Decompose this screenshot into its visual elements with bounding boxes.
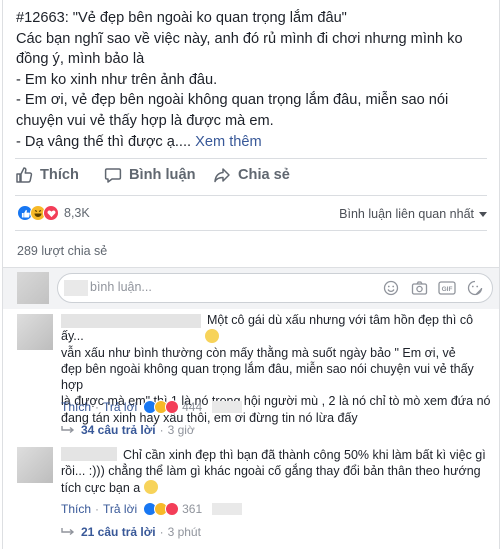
reaction-count: 8,3K xyxy=(64,206,90,220)
share-icon xyxy=(214,168,230,183)
comment-label: Bình luận xyxy=(129,167,196,183)
post-line: - Em ko xinh như trên ảnh đâu. xyxy=(16,71,218,88)
divider xyxy=(15,195,487,196)
reply-arrow-icon xyxy=(61,426,75,434)
comment-icon xyxy=(104,168,122,183)
love-reaction-icon xyxy=(43,205,59,221)
post-body: #12663: "Vẻ đẹp bên ngoài ko quan trọng … xyxy=(16,8,494,152)
replies-time: 3 giờ xyxy=(167,423,195,437)
comment: Chỉ cần xinh đẹp thì bạn đã thành công 5… xyxy=(15,447,495,547)
camera-icon[interactable] xyxy=(410,279,428,297)
gif-icon[interactable]: GIF xyxy=(438,279,456,297)
post-line: - Dạ vâng thế thì được ạ.... Xem thêm xyxy=(16,133,262,150)
comment-reply-link[interactable]: Trả lời xyxy=(103,502,137,516)
divider xyxy=(15,158,487,159)
comment-input[interactable] xyxy=(90,280,340,294)
comment-like-link[interactable]: Thích xyxy=(61,400,91,414)
caret-down-icon xyxy=(479,211,487,217)
share-label: Chia sẻ xyxy=(238,167,290,183)
avatar xyxy=(17,314,53,350)
comment-reaction-count: 444 xyxy=(182,400,203,414)
post-title-line: #12663: "Vẻ đẹp bên ngoài ko quan trọng … xyxy=(16,10,347,26)
comment-like-link[interactable]: Thích xyxy=(61,502,91,516)
comment-reactions[interactable] xyxy=(143,400,180,414)
replies-count: 34 câu trả lời xyxy=(81,423,156,437)
post-line: - Em ơi, vẻ đẹp bên ngoài không quan trọ… xyxy=(16,92,449,129)
share-count-link[interactable]: 289 lượt chia sẻ xyxy=(17,244,107,258)
reply-arrow-icon xyxy=(61,528,75,536)
emoji-icon[interactable] xyxy=(382,279,400,297)
replies-count: 21 câu trả lời xyxy=(81,525,156,539)
comment-text: Chỉ cần xinh đẹp thì bạn đã thành công 5… xyxy=(61,448,486,495)
smile-emoji-icon xyxy=(143,479,158,494)
avatar xyxy=(17,447,53,483)
sticker-icon[interactable] xyxy=(466,279,484,297)
redacted-time xyxy=(212,503,243,515)
comment-sort-dropdown[interactable]: Bình luận liên quan nhất xyxy=(339,207,487,221)
composer-icons: GIF xyxy=(382,279,484,297)
emoji-icon xyxy=(205,329,219,343)
avatar xyxy=(17,272,49,304)
comment-reaction-count: 361 xyxy=(182,502,203,516)
see-more-link[interactable]: Xem thêm xyxy=(195,134,262,150)
svg-text:GIF: GIF xyxy=(442,286,453,293)
thumbs-up-icon xyxy=(16,167,33,183)
comment-actions: Thích · Trả lời 361 xyxy=(61,502,243,516)
comment-actions: Thích · Trả lời 444 xyxy=(61,400,243,414)
reaction-summary[interactable]: 8,3K xyxy=(17,205,90,221)
sort-label: Bình luận liên quan nhất xyxy=(339,207,474,221)
love-reaction-icon xyxy=(165,400,180,414)
love-reaction-icon xyxy=(165,502,180,516)
comment: Một cô gái dù xấu nhưng với tâm hồn đẹp … xyxy=(15,311,495,441)
like-button[interactable]: Thích xyxy=(15,166,79,184)
post-card: #12663: "Vẻ đẹp bên ngoài ko quan trọng … xyxy=(2,0,500,549)
share-button[interactable]: Chia sẻ xyxy=(213,166,290,184)
divider xyxy=(15,230,487,231)
view-replies-link[interactable]: 21 câu trả lời · 3 phút xyxy=(61,525,201,539)
comment-button[interactable]: Bình luận xyxy=(104,166,195,184)
view-replies-link[interactable]: 34 câu trả lời · 3 giờ xyxy=(61,423,195,437)
post-actions: Thích Bình luận Chia sẻ xyxy=(3,158,499,192)
like-label: Thích xyxy=(40,167,79,183)
post-line: Các bạn nghĩ sao về việc này, anh đó rủ … xyxy=(16,30,463,68)
comment-input-box[interactable]: GIF xyxy=(57,273,493,303)
redacted-text xyxy=(64,280,88,296)
redacted-time xyxy=(212,401,243,413)
comment-reply-link[interactable]: Trả lời xyxy=(103,400,137,414)
replies-time: 3 phút xyxy=(167,525,201,539)
comment-reactions[interactable] xyxy=(143,502,180,516)
